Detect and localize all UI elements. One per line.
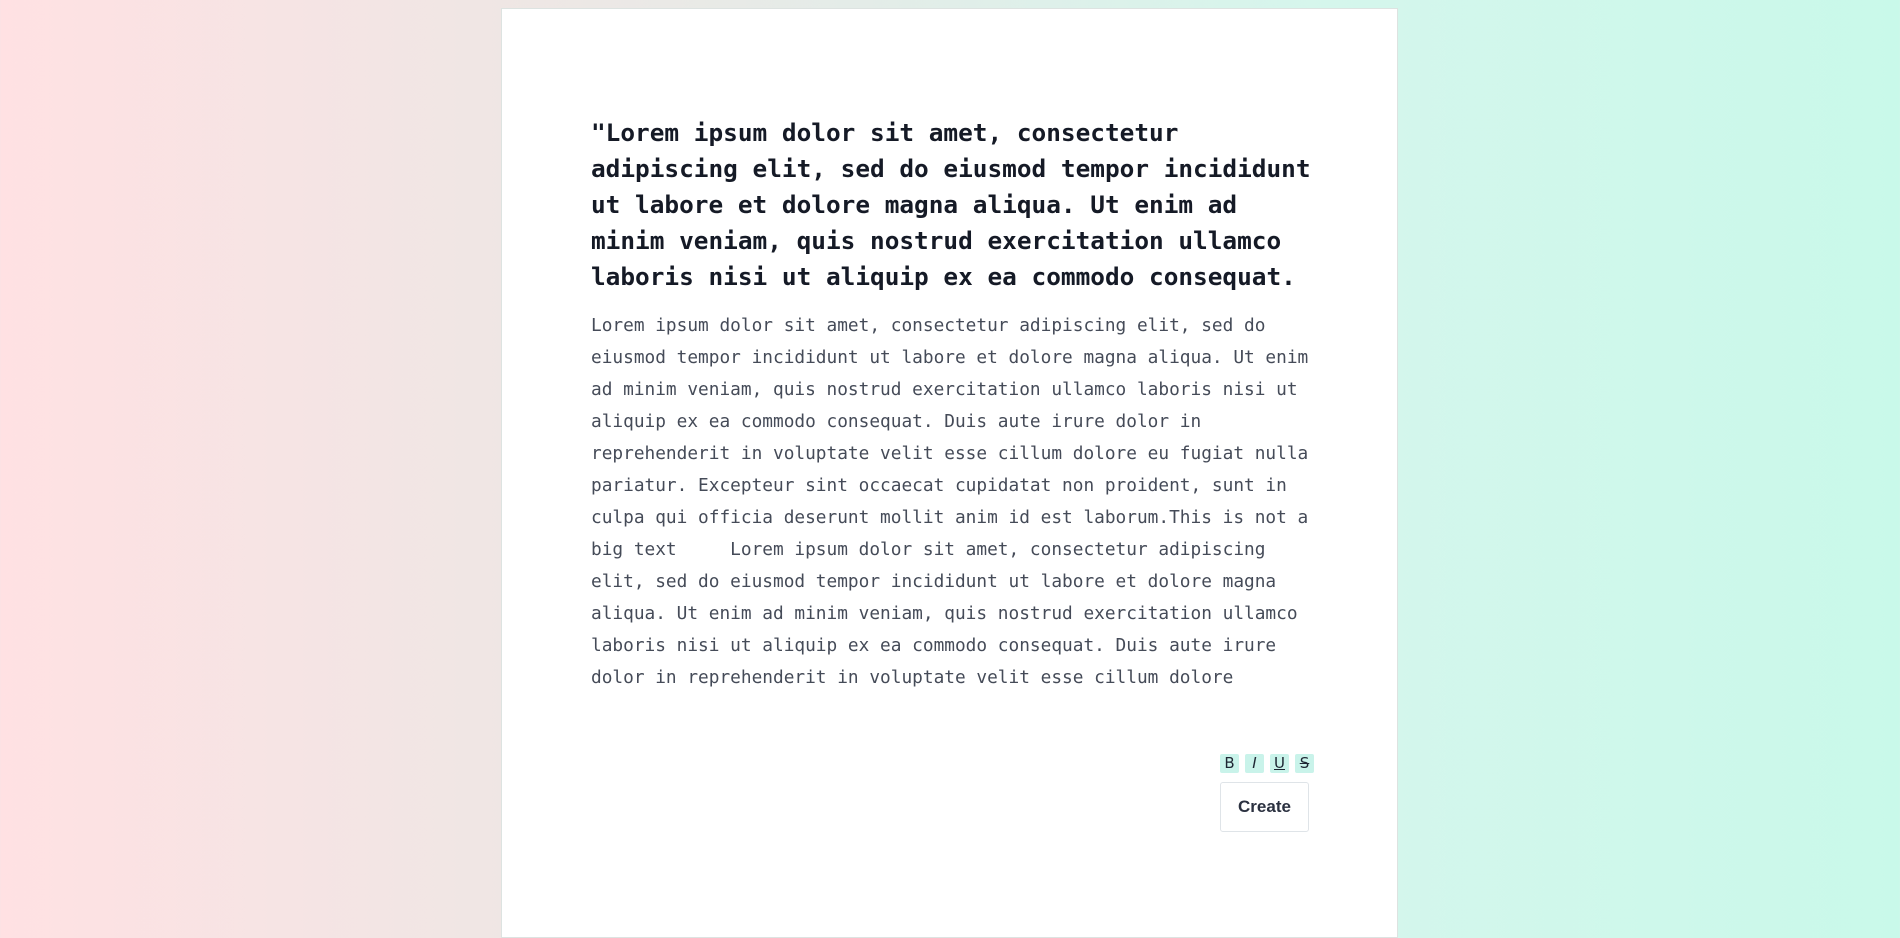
bold-button[interactable]: B <box>1220 754 1239 773</box>
strikethrough-button[interactable]: S <box>1295 754 1314 773</box>
create-button[interactable]: Create <box>1220 782 1309 832</box>
editor-card: "Lorem ipsum dolor sit amet, consectetur… <box>501 8 1398 938</box>
italic-button[interactable]: I <box>1245 754 1264 773</box>
heading-text[interactable]: "Lorem ipsum dolor sit amet, consectetur… <box>591 115 1311 295</box>
editor-content[interactable]: "Lorem ipsum dolor sit amet, consectetur… <box>591 115 1311 694</box>
body-text[interactable]: Lorem ipsum dolor sit amet, consectetur … <box>591 310 1311 694</box>
underline-button[interactable]: U <box>1270 754 1289 773</box>
format-toolbar: B I U S <box>1220 754 1314 773</box>
